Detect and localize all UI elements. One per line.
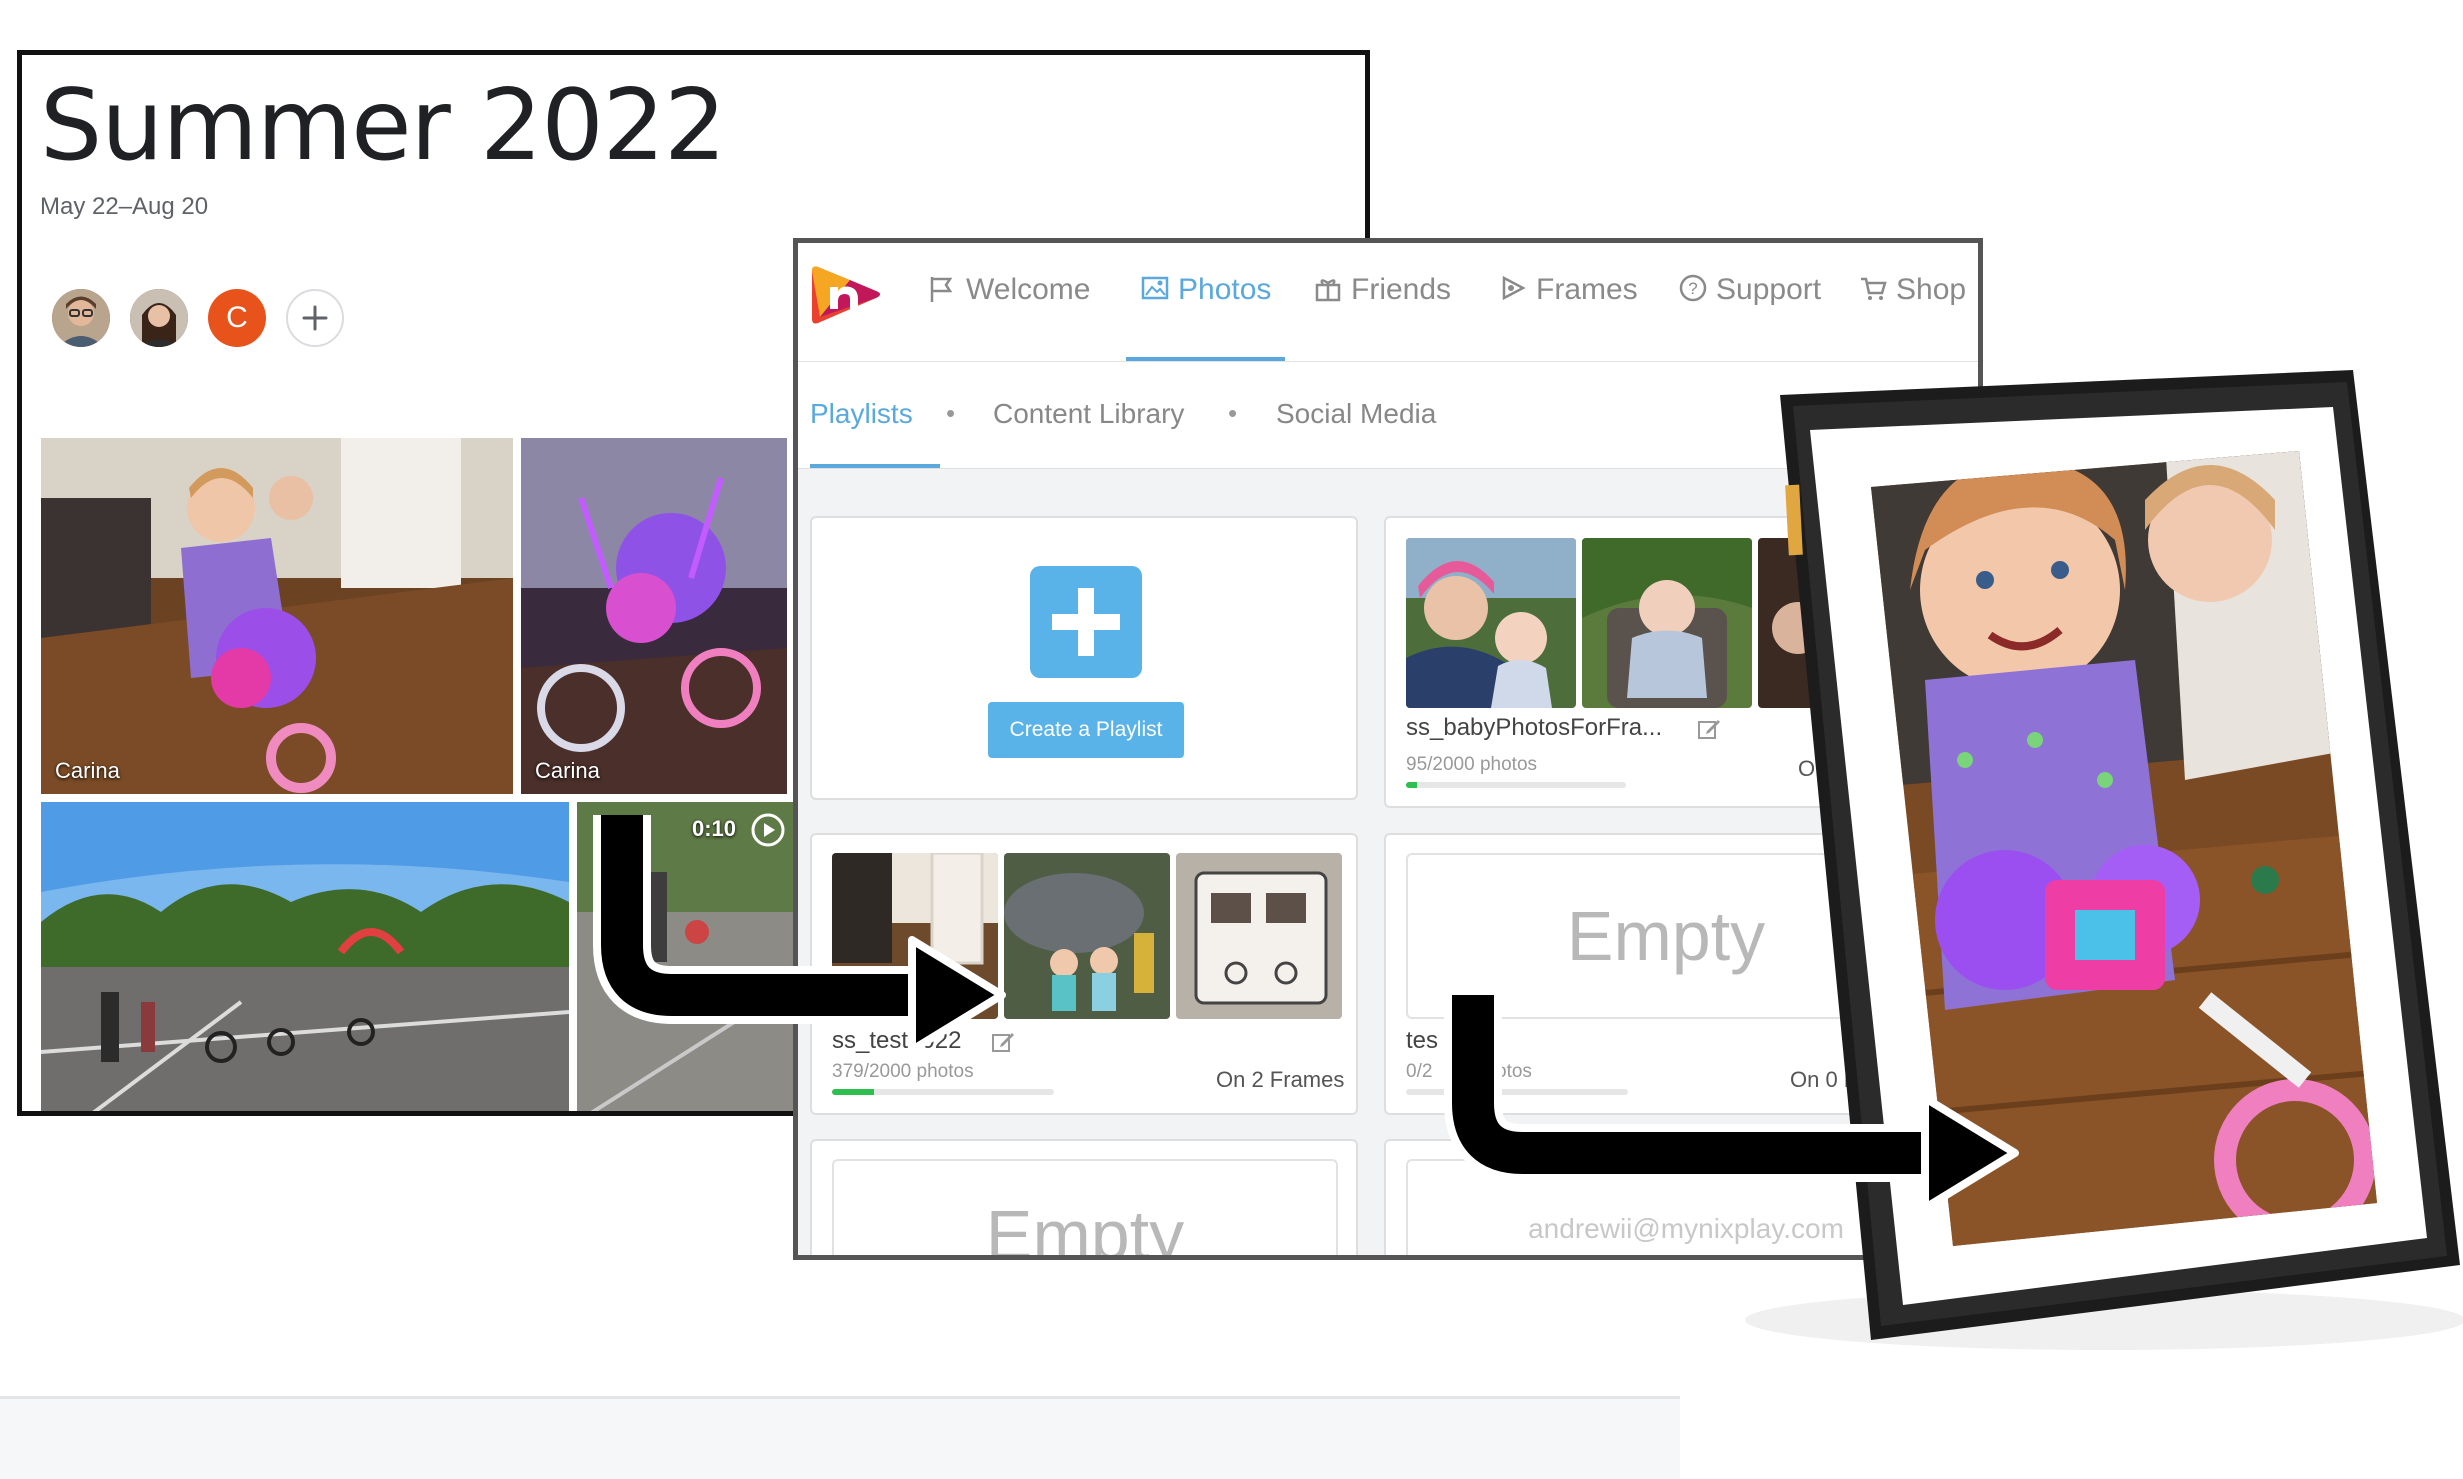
playlist-thumbnail (1406, 538, 1576, 708)
photo-bike (521, 438, 787, 794)
cart-icon (1861, 277, 1887, 300)
add-person-button[interactable] (286, 289, 344, 347)
playlist-photo-count: 379/2000 photos (832, 1061, 974, 1082)
nav-photos[interactable]: Photos (1126, 273, 1286, 361)
tab-social-media[interactable]: Social Media (1276, 398, 1436, 430)
create-playlist-button[interactable]: Create a Playlist (988, 702, 1184, 758)
thumb-cardboard-bus (1176, 853, 1342, 1019)
nav-welcome[interactable]: Welcome (926, 273, 1090, 361)
album-date-range: May 22–Aug 20 (40, 193, 209, 220)
arrow-icon (1444, 995, 2019, 1212)
svg-text:?: ? (1688, 279, 1697, 298)
top-nav: Welcome Photos Friends Frames ? Support … (798, 243, 1978, 362)
arrow-icon (593, 815, 1006, 1054)
add-playlist-icon[interactable] (1030, 566, 1142, 678)
question-icon: ? (1679, 274, 1707, 302)
playlist-photo-count: 95/2000 photos (1406, 754, 1538, 775)
image-icon (1141, 276, 1169, 300)
plus-icon (1052, 588, 1120, 656)
nav-friends-label: Friends (1351, 273, 1452, 306)
background-band (0, 1396, 1680, 1479)
playlist-thumbnail (1176, 853, 1342, 1019)
frame-icon (1502, 275, 1526, 301)
nav-frames-label: Frames (1536, 273, 1638, 306)
tab-content-library[interactable]: Content Library (993, 398, 1184, 430)
photo-park (41, 802, 569, 1111)
nav-shop-label: Shop (1896, 273, 1967, 306)
nav-welcome-label: Welcome (966, 273, 1091, 306)
photo-tile[interactable]: Carina (521, 438, 787, 794)
avatar[interactable] (52, 289, 110, 347)
playlist-progress-bar (832, 1089, 1054, 1095)
empty-placeholder-text: Empty (985, 1196, 1185, 1260)
plus-icon (302, 305, 328, 331)
avatar-man-image (52, 289, 110, 347)
playlist-name: ss_babyPhotosForFra... (1406, 714, 1663, 741)
tab-separator: • (946, 398, 956, 428)
empty-placeholder: Empty (832, 1159, 1338, 1260)
playlist-card[interactable]: Empty (810, 1139, 1358, 1260)
photo-owner-label: Carina (55, 758, 120, 783)
nav-friends[interactable]: Friends (1313, 273, 1451, 361)
nav-support[interactable]: ? Support (1678, 273, 1821, 361)
album-title: Summer 2022 (40, 69, 726, 183)
progress-fill (1406, 782, 1417, 788)
tab-separator: • (1228, 398, 1238, 428)
create-playlist-card[interactable]: Create a Playlist (810, 516, 1358, 800)
nav-frames[interactable]: Frames (1498, 273, 1638, 361)
progress-fill (832, 1089, 875, 1095)
photo-tile[interactable] (41, 802, 569, 1111)
photo-tile[interactable]: Carina (41, 438, 513, 794)
flag-icon (930, 277, 953, 302)
nav-shop[interactable]: Shop (1858, 273, 1966, 361)
tab-playlists[interactable]: Playlists (810, 398, 940, 468)
avatar-letter[interactable]: C (208, 289, 266, 347)
photo-girl-bike (41, 438, 513, 794)
avatar[interactable] (130, 289, 188, 347)
nixplay-logo-icon[interactable] (810, 257, 884, 331)
thumb-mother-baby (1406, 538, 1576, 708)
gift-icon (1315, 279, 1341, 302)
avatar-letter-text: C (226, 301, 248, 334)
nav-support-label: Support (1716, 273, 1822, 306)
avatar-woman-image (130, 289, 188, 347)
nav-photos-label: Photos (1178, 273, 1272, 306)
playlist-progress-bar (1406, 782, 1626, 788)
photo-owner-label: Carina (535, 758, 600, 783)
playlist-frames-count: On 2 Frames (1216, 1067, 1345, 1092)
